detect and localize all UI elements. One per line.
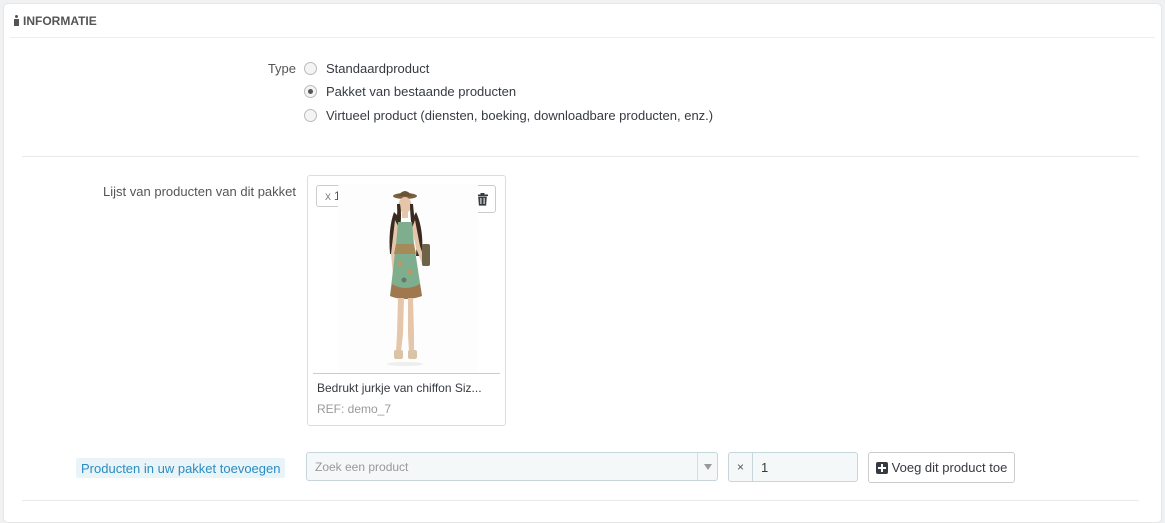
add-product-button[interactable]: Voeg dit product toe <box>868 452 1015 483</box>
product-name: Bedrukt jurkje van chiffon Siz... <box>317 381 482 395</box>
card-separator <box>313 373 500 374</box>
radio-label[interactable]: Pakket van bestaande producten <box>326 84 516 99</box>
panel-heading-title: INFORMATIE <box>23 13 97 28</box>
radio-button-checked[interactable] <box>304 84 317 98</box>
pack-product-card: x 1 Bedrukt jurkje van chiffon Siz... RE… <box>307 175 506 426</box>
type-label: Type <box>267 61 296 76</box>
bottom-divider <box>22 500 1139 501</box>
trash-icon <box>476 192 488 206</box>
search-placeholder: Zoek een product <box>315 459 409 474</box>
radio-virtual-product[interactable]: Virtueel product (diensten, boeking, dow… <box>304 106 713 124</box>
product-search-input[interactable]: Zoek een product <box>306 452 718 481</box>
info-icon <box>14 15 19 26</box>
chevron-down-icon[interactable] <box>697 453 717 480</box>
radio-button[interactable] <box>304 108 317 122</box>
radio-pack-product[interactable]: Pakket van bestaande producten <box>304 82 516 100</box>
panel-heading: INFORMATIE <box>10 4 1155 38</box>
information-panel: INFORMATIE <box>3 3 1162 523</box>
radio-button[interactable] <box>304 61 317 75</box>
pack-list-label: Lijst van producten van dit pakket <box>103 184 296 199</box>
product-reference: REF: demo_7 <box>317 402 392 416</box>
add-product-button-label: Voeg dit product toe <box>891 460 1008 475</box>
section-divider <box>22 156 1139 157</box>
add-products-label: Producten in uw pakket toevoegen <box>76 458 286 478</box>
quantity-input-group: × 1 <box>728 452 858 482</box>
quantity-prefix: x <box>325 189 331 203</box>
product-image <box>338 184 478 372</box>
quantity-addon: × <box>728 452 752 482</box>
quantity-input[interactable]: 1 <box>752 452 858 482</box>
radio-label[interactable]: Standaardproduct <box>326 61 429 76</box>
radio-label[interactable]: Virtueel product (diensten, boeking, dow… <box>326 108 713 123</box>
plus-square-icon <box>875 461 888 474</box>
radio-standard-product[interactable]: Standaardproduct <box>304 59 429 77</box>
